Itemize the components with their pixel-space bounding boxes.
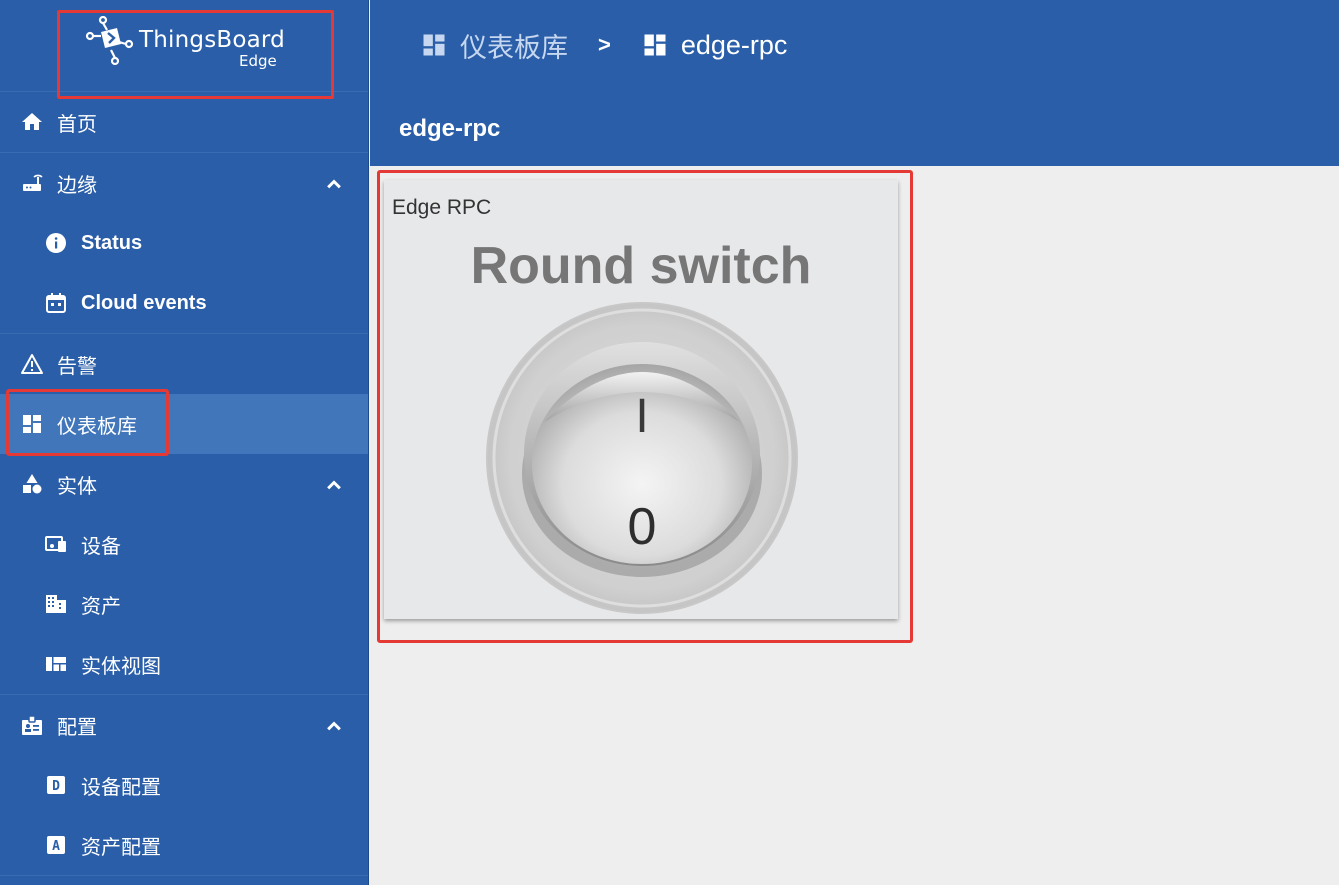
switch-label: Round switch xyxy=(470,237,812,295)
sidebar-item-home[interactable]: 首页 xyxy=(0,92,368,152)
sidebar-item-dashboards[interactable]: 仪表板库 xyxy=(0,394,368,454)
dashboard-icon xyxy=(20,412,44,436)
chevron-up-icon[interactable] xyxy=(324,174,344,194)
sidebar-item-label: 实体 xyxy=(57,475,97,498)
round-switch-widget: Edge RPC Round switch I 0 xyxy=(384,180,898,619)
round-switch-knob[interactable]: I 0 xyxy=(484,302,800,614)
svg-text:D: D xyxy=(52,779,60,794)
sidebar-item-entity-views[interactable]: 实体视图 xyxy=(0,634,368,694)
sidebar-item-entities[interactable]: 实体 xyxy=(0,454,368,514)
sidebar-item-profiles[interactable]: 配置 xyxy=(0,695,368,755)
switch-off-mark: 0 xyxy=(628,498,657,556)
breadcrumb-label: 仪表板库 xyxy=(460,32,568,63)
calendar-icon xyxy=(44,291,68,315)
devices-icon xyxy=(44,532,68,556)
sidebar-item-edge[interactable]: 边缘 xyxy=(0,153,368,213)
dashboard-icon xyxy=(644,34,666,56)
sidebar-item-label: 仪表板库 xyxy=(57,415,137,438)
logo-highlight-box xyxy=(57,10,334,99)
logo-area[interactable]: ThingsBoard Edge xyxy=(0,0,368,99)
breadcrumb-item-dashboards[interactable]: 仪表板库 xyxy=(420,26,568,65)
sidebar-item-label: 资产 xyxy=(81,595,121,618)
svg-text:A: A xyxy=(52,839,60,854)
widget-title: Edge RPC xyxy=(392,196,492,219)
sidebar-item-asset-profiles[interactable]: A 资产配置 xyxy=(0,815,368,875)
view-quilt-icon xyxy=(44,652,68,676)
sidebar-item-label: Status xyxy=(81,231,143,254)
sidebar-item-cloud-events[interactable]: Cloud events xyxy=(0,273,368,333)
sidebar-item-label: Cloud events xyxy=(81,291,207,314)
sidebar: ThingsBoard Edge 首页 边缘 Status Cloud even… xyxy=(0,0,369,885)
router-icon xyxy=(20,171,44,195)
sidebar-item-label: 资产配置 xyxy=(81,836,161,859)
breadcrumb: 仪表板库 > edge-rpc xyxy=(420,27,787,63)
domain-icon xyxy=(44,592,68,616)
sidebar-item-label: 首页 xyxy=(57,113,97,136)
sidebar-item-label: 告警 xyxy=(57,355,97,378)
sidebar-item-status[interactable]: Status xyxy=(0,213,368,273)
category-icon xyxy=(20,472,44,496)
badge-icon xyxy=(20,713,44,737)
info-icon xyxy=(44,231,68,255)
breadcrumb-item-current: edge-rpc xyxy=(641,29,788,61)
sidebar-item-label: 设备 xyxy=(81,535,121,558)
dashboard-title: edge-rpc xyxy=(399,115,501,142)
asset-profile-icon: A xyxy=(44,833,68,857)
sidebar-item-label: 配置 xyxy=(57,716,97,739)
sidebar-item-assets[interactable]: 资产 xyxy=(0,574,368,634)
home-icon xyxy=(20,110,44,134)
warning-icon xyxy=(20,352,44,376)
breadcrumb-label: edge-rpc xyxy=(680,29,788,60)
sidebar-item-label: 实体视图 xyxy=(81,655,161,678)
sidebar-item-label: 边缘 xyxy=(57,174,97,197)
sidebar-item-devices[interactable]: 设备 xyxy=(0,514,368,574)
chevron-up-icon[interactable] xyxy=(324,475,344,495)
device-profile-icon: D xyxy=(44,773,68,797)
breadcrumb-separator: > xyxy=(598,32,611,57)
divider xyxy=(0,875,368,876)
switch-on-mark: I xyxy=(635,390,648,443)
header: 仪表板库 > edge-rpc edge-rpc xyxy=(370,0,1339,166)
sidebar-item-device-profiles[interactable]: D 设备配置 xyxy=(0,755,368,815)
dashboard-icon xyxy=(423,34,445,56)
sidebar-item-label: 设备配置 xyxy=(81,776,161,799)
chevron-up-icon[interactable] xyxy=(324,716,344,736)
sidebar-item-alarms[interactable]: 告警 xyxy=(0,334,368,394)
